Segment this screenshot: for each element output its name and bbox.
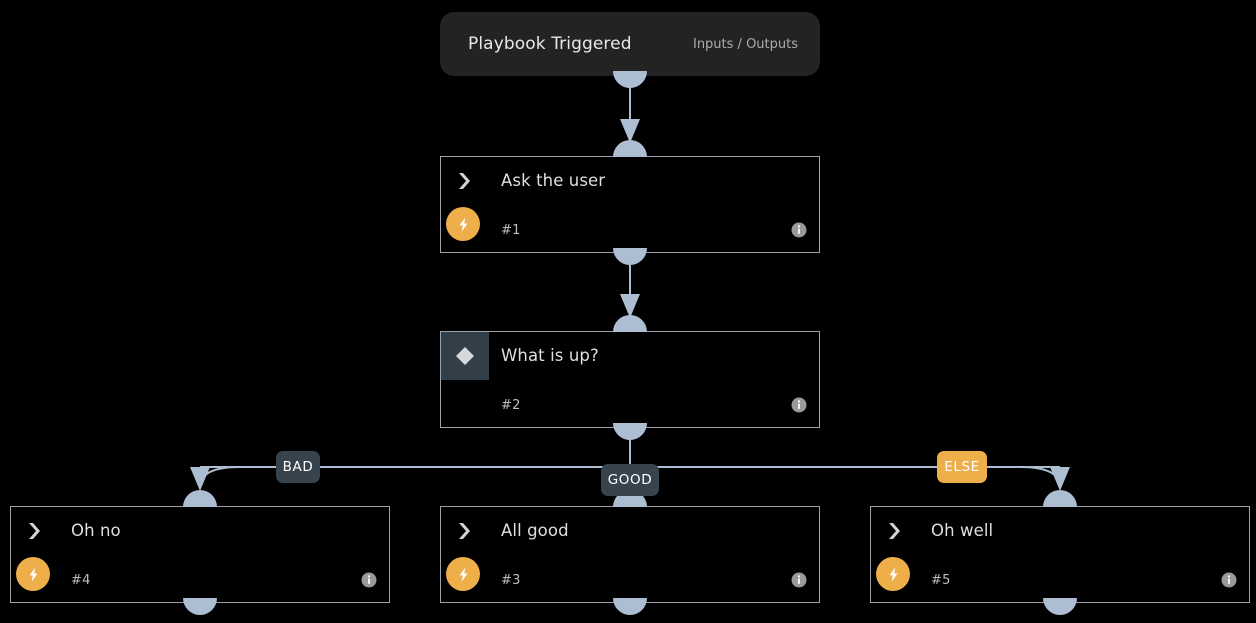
chevron-right-icon <box>441 157 489 205</box>
step1-footer: #1 <box>441 207 819 252</box>
diamond-icon <box>441 332 489 380</box>
branch-label-else-text: ELSE <box>944 459 980 475</box>
edge-bus-to-step5 <box>1019 466 1070 491</box>
step4-title: Oh no <box>71 521 121 540</box>
chevron-right-icon <box>441 507 489 555</box>
step3-header: All good <box>441 507 819 555</box>
branch-label-bad[interactable]: BAD <box>276 451 320 483</box>
step4-number: #4 <box>71 572 91 588</box>
step1-output-port[interactable] <box>613 248 647 265</box>
node-step2[interactable]: What is up? #2 <box>440 331 820 428</box>
step3-output-port[interactable] <box>613 598 647 615</box>
info-icon[interactable] <box>1221 572 1237 588</box>
node-step5[interactable]: Oh well #5 <box>870 506 1250 603</box>
step5-footer: #5 <box>871 557 1249 602</box>
step5-title: Oh well <box>931 521 994 540</box>
step2-header: What is up? <box>441 332 819 380</box>
lightning-bolt-icon <box>446 207 480 241</box>
info-icon[interactable] <box>791 397 807 413</box>
step4-header: Oh no <box>11 507 389 555</box>
chevron-right-icon <box>11 507 59 555</box>
step3-number: #3 <box>501 572 521 588</box>
step3-title: All good <box>501 521 569 540</box>
step5-header: Oh well <box>871 507 1249 555</box>
step1-number: #1 <box>501 222 521 238</box>
lightning-bolt-icon <box>876 557 910 591</box>
node-step4[interactable]: Oh no #4 <box>10 506 390 603</box>
branch-label-good-text: GOOD <box>607 472 653 488</box>
info-icon[interactable] <box>791 572 807 588</box>
step2-input-port[interactable] <box>613 315 647 332</box>
step4-input-port[interactable] <box>183 490 217 507</box>
step4-output-port[interactable] <box>183 598 217 615</box>
step5-input-port[interactable] <box>1043 490 1077 507</box>
step1-title: Ask the user <box>501 171 606 190</box>
lightning-bolt-icon <box>16 557 50 591</box>
step2-footer: #2 <box>441 383 819 427</box>
edge-bus-to-step4 <box>190 466 241 491</box>
branch-label-else[interactable]: ELSE <box>937 451 987 483</box>
info-icon[interactable] <box>791 222 807 238</box>
step5-output-port[interactable] <box>1043 598 1077 615</box>
trigger-inputs-outputs-label[interactable]: Inputs / Outputs <box>693 37 798 52</box>
step4-footer: #4 <box>11 557 389 602</box>
step1-header: Ask the user <box>441 157 819 205</box>
step5-number: #5 <box>931 572 951 588</box>
step2-number: #2 <box>501 397 521 413</box>
trigger-output-port[interactable] <box>613 71 647 88</box>
node-step1[interactable]: Ask the user #1 <box>440 156 820 253</box>
branch-label-bad-text: BAD <box>282 459 314 475</box>
flow-canvas[interactable]: Playbook Triggered Inputs / Outputs Ask … <box>0 0 1256 623</box>
lightning-bolt-icon <box>446 557 480 591</box>
trigger-node[interactable]: Playbook Triggered Inputs / Outputs <box>440 12 820 76</box>
branch-label-good[interactable]: GOOD <box>601 464 659 496</box>
chevron-right-icon <box>871 507 919 555</box>
node-step3[interactable]: All good #3 <box>440 506 820 603</box>
step3-footer: #3 <box>441 557 819 602</box>
step1-input-port[interactable] <box>613 140 647 157</box>
step2-output-port[interactable] <box>613 423 647 440</box>
info-icon[interactable] <box>361 572 377 588</box>
step2-title: What is up? <box>501 346 599 365</box>
trigger-title: Playbook Triggered <box>468 34 632 54</box>
